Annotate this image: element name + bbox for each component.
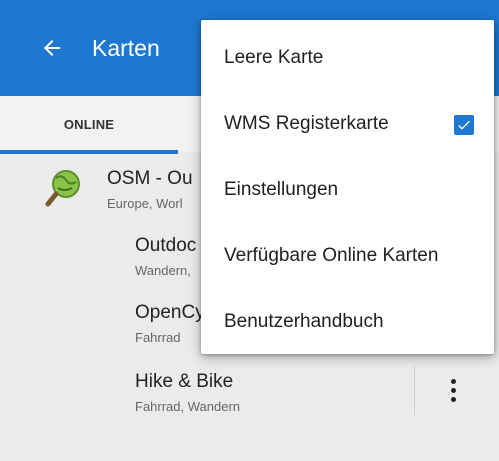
list-item-title: Hike & Bike	[135, 371, 234, 392]
row-divider	[414, 365, 415, 415]
list-item-subtitle: Fahrrad	[135, 330, 181, 345]
overflow-menu: Leere Karte WMS Registerkarte Einstellun…	[201, 20, 494, 354]
menu-item-benutzerhandbuch[interactable]: Benutzerhandbuch	[201, 289, 494, 355]
menu-item-wms-registerkarte[interactable]: WMS Registerkarte	[201, 91, 494, 157]
more-vert-icon	[450, 378, 456, 402]
list-item-title: OpenCy	[135, 302, 205, 323]
menu-item-label: Einstellungen	[224, 179, 339, 200]
map-magnifier-icon	[45, 170, 80, 207]
menu-item-label: Verfügbare Online Karten	[224, 245, 439, 266]
menu-item-label: WMS Registerkarte	[224, 113, 389, 134]
menu-item-einstellungen[interactable]: Einstellungen	[201, 157, 494, 223]
list-item-subtitle: Wandern,	[135, 263, 191, 278]
wms-checkbox[interactable]	[454, 115, 474, 135]
back-button[interactable]	[34, 30, 70, 66]
list-item-title: OSM - Ou	[107, 168, 193, 189]
menu-item-verfuegbare-online-karten[interactable]: Verfügbare Online Karten	[201, 223, 494, 289]
menu-item-leere-karte[interactable]: Leere Karte	[201, 25, 494, 91]
arrow-left-icon	[44, 40, 60, 56]
more-options-button[interactable]	[418, 365, 488, 415]
page-title: Karten	[92, 35, 160, 61]
list-item-subtitle: Fahrrad, Wandern	[135, 399, 241, 414]
list-item[interactable]: Hike & Bike Fahrrad, Wandern	[0, 353, 499, 461]
list-item-subtitle: Europe, Worl	[107, 196, 183, 211]
menu-item-label: Benutzerhandbuch	[224, 311, 384, 332]
tab-label: ONLINE	[63, 116, 115, 132]
tab-online[interactable]: ONLINE	[0, 96, 178, 152]
list-item-title: Outdoc	[135, 235, 197, 256]
menu-item-label: Leere Karte	[224, 47, 324, 68]
check-icon	[458, 120, 470, 130]
